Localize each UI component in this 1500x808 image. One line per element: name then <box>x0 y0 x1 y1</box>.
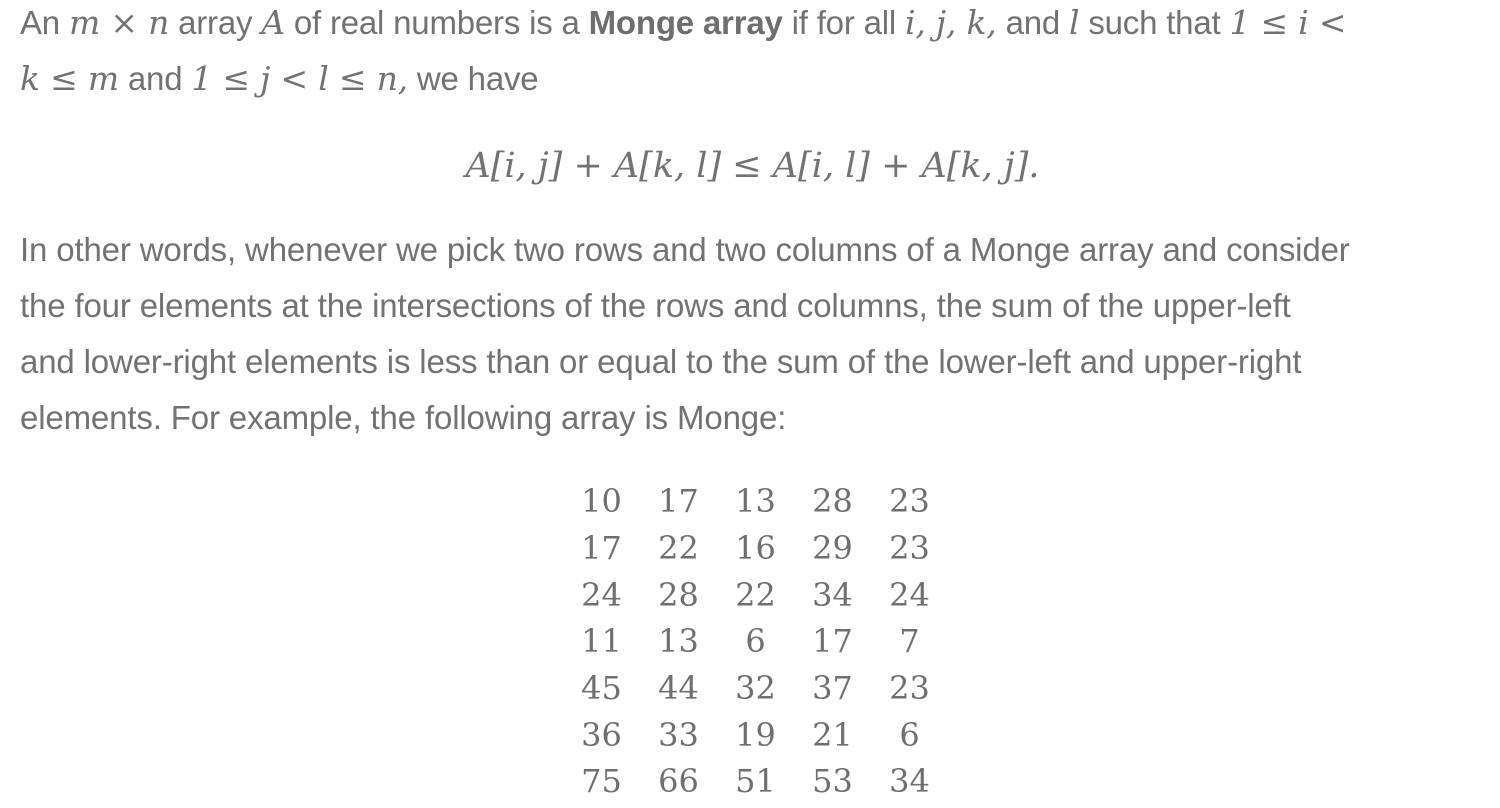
table-cell: 21 <box>812 715 853 754</box>
explanation-paragraph: In other words, whenever we pick two row… <box>20 222 1485 446</box>
table-cell: 22 <box>735 575 776 614</box>
math-condition: 1 ≤ j < l ≤ n, <box>191 59 408 98</box>
intro-text: if for all <box>782 4 905 41</box>
intro-line-1: An m × n array A of real numbers is a Mo… <box>20 0 1347 51</box>
table-cell: 19 <box>735 715 776 754</box>
intro-paragraph: An m × n array A of real numbers is a Mo… <box>20 0 1347 107</box>
math-var-m: m <box>68 3 101 42</box>
table-cell: 36 <box>581 715 622 754</box>
table-cell: 28 <box>812 482 853 521</box>
math-condition: k ≤ m <box>20 59 119 98</box>
math-condition: 1 ≤ i < <box>1229 3 1347 42</box>
table-cell: 6 <box>745 622 766 661</box>
table-cell: 10 <box>581 482 622 521</box>
table-cell: 6 <box>899 715 920 754</box>
paragraph-line: and lower-right elements is less than or… <box>20 343 1302 380</box>
math-vars: i, j, k, <box>904 3 997 42</box>
table-cell: 17 <box>658 482 699 521</box>
intro-text: of real numbers is a <box>284 4 589 41</box>
math-var-A: A <box>261 3 285 42</box>
table-cell: 66 <box>658 762 699 801</box>
table-cell: 13 <box>735 482 776 521</box>
table-cell: 16 <box>735 529 776 568</box>
table-cell: 28 <box>658 575 699 614</box>
table-row: 10 17 13 28 23 <box>563 478 948 525</box>
table-row: 24 28 22 34 24 <box>563 571 948 618</box>
table-cell: 22 <box>658 529 699 568</box>
paragraph-line: In other words, whenever we pick two row… <box>20 231 1350 268</box>
table-cell: 29 <box>812 529 853 568</box>
intro-text: An <box>20 4 69 41</box>
table-row: 45 44 32 37 23 <box>563 665 948 712</box>
table-cell: 34 <box>889 762 930 801</box>
intro-text: array <box>169 4 262 41</box>
table-cell: 23 <box>889 669 930 708</box>
table-cell: 34 <box>812 575 853 614</box>
intro-text: and <box>118 60 192 97</box>
table-cell: 33 <box>658 715 699 754</box>
table-cell: 13 <box>658 622 699 661</box>
paragraph-line: elements. For example, the following arr… <box>20 399 787 436</box>
table-row: 75 66 51 53 34 <box>563 758 948 805</box>
table-cell: 51 <box>735 762 776 801</box>
monge-example-array: 10 17 13 28 23 17 22 16 29 23 24 28 22 3… <box>563 478 948 805</box>
table-row: 17 22 16 29 23 <box>563 525 948 572</box>
table-cell: 45 <box>581 669 622 708</box>
math-var-n: n <box>148 3 170 42</box>
math-times: × <box>100 3 149 42</box>
table-cell: 7 <box>899 622 920 661</box>
table-cell: 37 <box>812 669 853 708</box>
table-cell: 44 <box>658 669 699 708</box>
intro-line-2: k ≤ m and 1 ≤ j < l ≤ n, we have <box>20 51 1346 107</box>
table-row: 11 13 6 17 7 <box>563 618 948 665</box>
intro-text: and <box>996 4 1070 41</box>
defined-term: Monge array <box>588 4 783 41</box>
table-cell: 23 <box>889 482 930 521</box>
table-cell: 75 <box>581 762 622 801</box>
table-cell: 17 <box>581 529 622 568</box>
intro-text: such that <box>1079 4 1230 41</box>
paragraph-line: the four elements at the intersections o… <box>20 287 1291 324</box>
table-cell: 24 <box>889 575 930 614</box>
table-cell: 53 <box>812 762 853 801</box>
table-cell: 11 <box>581 622 622 661</box>
table-cell: 32 <box>735 669 776 708</box>
intro-text: we have <box>407 60 539 97</box>
table-row: 36 33 19 21 6 <box>563 711 948 758</box>
table-cell: 17 <box>812 622 853 661</box>
table-cell: 24 <box>581 575 622 614</box>
table-cell: 23 <box>889 529 930 568</box>
math-var-l: l <box>1069 3 1080 42</box>
monge-inequality: A[i, j] + A[k, l] ≤ A[i, l] + A[k, j]. <box>465 146 1040 186</box>
